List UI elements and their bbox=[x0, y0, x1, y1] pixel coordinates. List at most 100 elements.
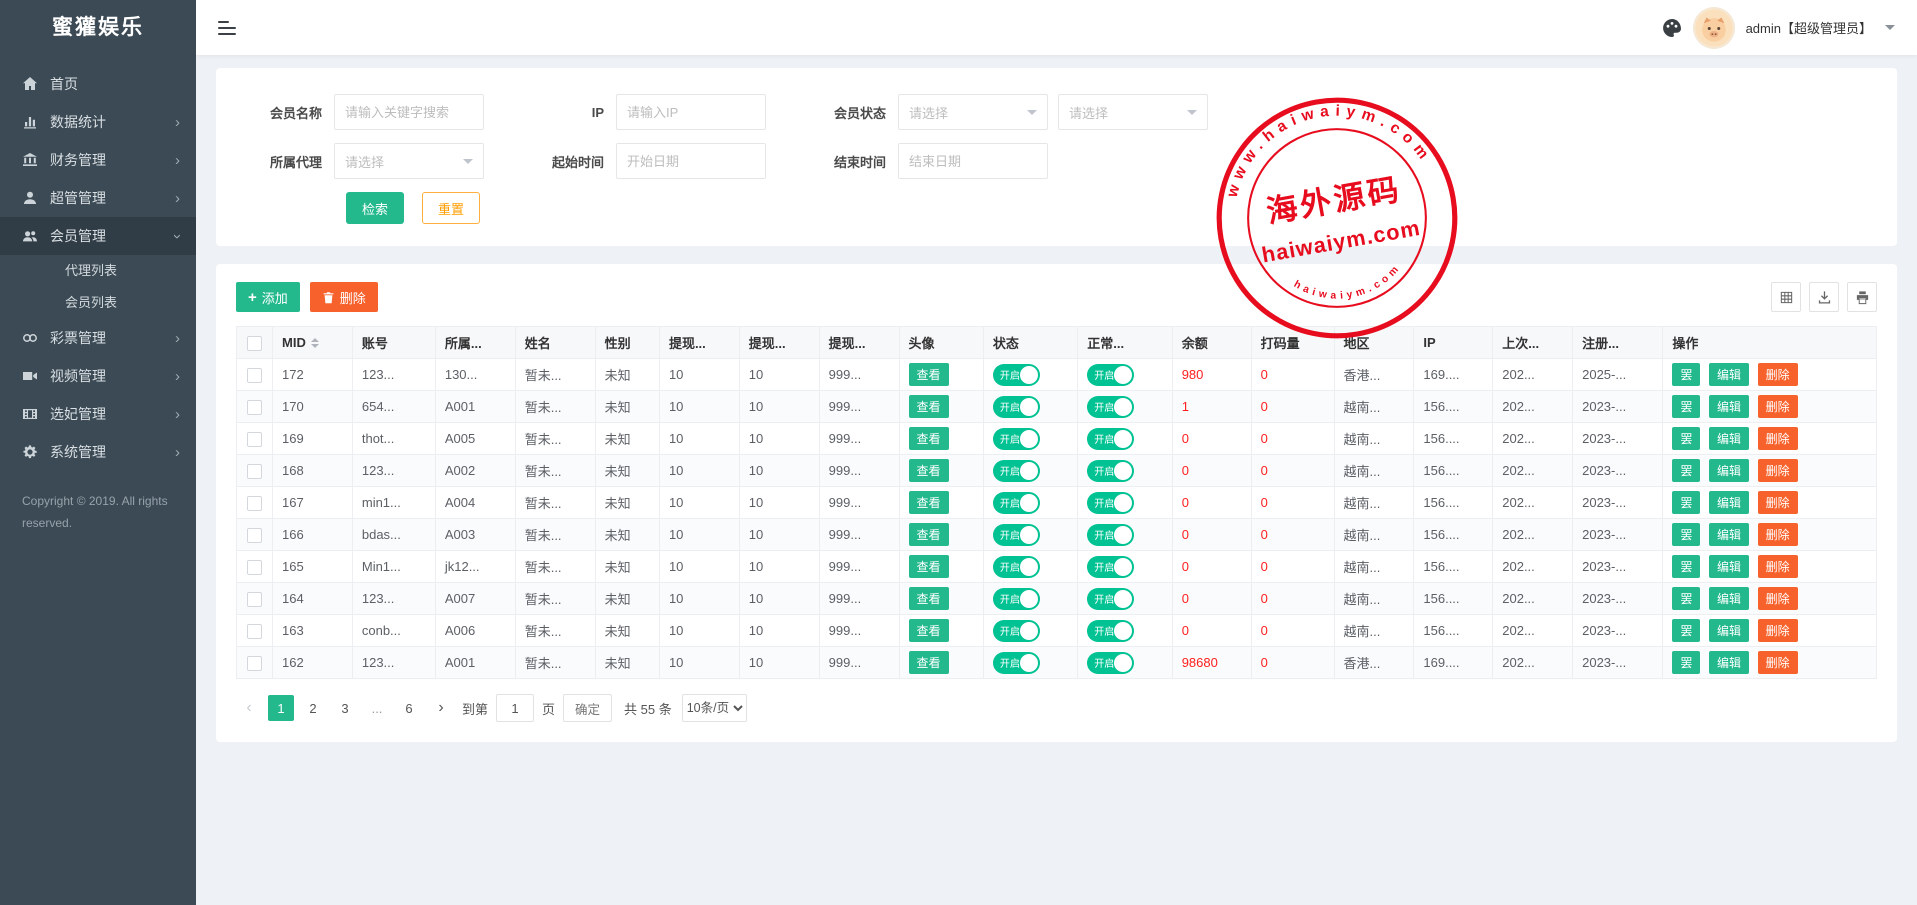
row-checkbox[interactable] bbox=[247, 432, 262, 447]
view-avatar-button[interactable]: 查看 bbox=[909, 651, 949, 674]
edit-button[interactable]: 编辑 bbox=[1709, 651, 1749, 674]
normal-toggle[interactable]: 开启 bbox=[1087, 588, 1134, 610]
sidebar-item-users[interactable]: 会员管理 › bbox=[0, 217, 196, 255]
delete-row-button[interactable]: 删除 bbox=[1758, 523, 1798, 546]
view-avatar-button[interactable]: 查看 bbox=[909, 491, 949, 514]
kick-button[interactable]: 罢 bbox=[1672, 395, 1700, 418]
status-toggle[interactable]: 开启 bbox=[993, 588, 1040, 610]
status-toggle[interactable]: 开启 bbox=[993, 556, 1040, 578]
sidebar-item-gear[interactable]: 系统管理 › bbox=[0, 433, 196, 471]
delete-row-button[interactable]: 删除 bbox=[1758, 491, 1798, 514]
view-avatar-button[interactable]: 查看 bbox=[909, 427, 949, 450]
sidebar-item-home[interactable]: 首页 › bbox=[0, 65, 196, 103]
goto-page-input[interactable] bbox=[496, 694, 534, 722]
row-checkbox[interactable] bbox=[247, 528, 262, 543]
edit-button[interactable]: 编辑 bbox=[1709, 491, 1749, 514]
user-name[interactable]: admin【超级管理员】 bbox=[1746, 18, 1872, 37]
row-checkbox[interactable] bbox=[247, 464, 262, 479]
select-all-checkbox[interactable] bbox=[247, 336, 262, 351]
member-status-select[interactable]: 请选择 bbox=[898, 94, 1048, 130]
row-checkbox[interactable] bbox=[247, 496, 262, 511]
delete-row-button[interactable]: 删除 bbox=[1758, 395, 1798, 418]
edit-button[interactable]: 编辑 bbox=[1709, 555, 1749, 578]
agent-select[interactable]: 请选择 bbox=[334, 143, 484, 179]
sidebar-item-lottery[interactable]: 彩票管理 › bbox=[0, 319, 196, 357]
add-button[interactable]: + 添加 bbox=[236, 282, 300, 312]
search-button[interactable]: 检索 bbox=[346, 192, 404, 224]
kick-button[interactable]: 罢 bbox=[1672, 363, 1700, 386]
row-checkbox[interactable] bbox=[247, 592, 262, 607]
status-toggle[interactable]: 开启 bbox=[993, 524, 1040, 546]
normal-toggle[interactable]: 开启 bbox=[1087, 492, 1134, 514]
page-button[interactable]: 3 bbox=[332, 695, 358, 721]
delete-row-button[interactable]: 删除 bbox=[1758, 363, 1798, 386]
view-avatar-button[interactable]: 查看 bbox=[909, 459, 949, 482]
status-toggle[interactable]: 开启 bbox=[993, 364, 1040, 386]
normal-toggle[interactable]: 开启 bbox=[1087, 652, 1134, 674]
kick-button[interactable]: 罢 bbox=[1672, 555, 1700, 578]
kick-button[interactable]: 罢 bbox=[1672, 459, 1700, 482]
delete-row-button[interactable]: 删除 bbox=[1758, 555, 1798, 578]
status-toggle[interactable]: 开启 bbox=[993, 620, 1040, 642]
grid-view-icon[interactable] bbox=[1771, 282, 1801, 312]
row-checkbox[interactable] bbox=[247, 368, 262, 383]
sidebar-subitem[interactable]: 代理列表 bbox=[0, 255, 196, 287]
view-avatar-button[interactable]: 查看 bbox=[909, 555, 949, 578]
view-avatar-button[interactable]: 查看 bbox=[909, 363, 949, 386]
normal-toggle[interactable]: 开启 bbox=[1087, 428, 1134, 450]
theme-palette-icon[interactable] bbox=[1662, 18, 1682, 38]
view-avatar-button[interactable]: 查看 bbox=[909, 395, 949, 418]
normal-toggle[interactable]: 开启 bbox=[1087, 620, 1134, 642]
view-avatar-button[interactable]: 查看 bbox=[909, 523, 949, 546]
sidebar-item-film[interactable]: 选妃管理 › bbox=[0, 395, 196, 433]
normal-toggle[interactable]: 开启 bbox=[1087, 556, 1134, 578]
sidebar-item-chart[interactable]: 数据统计 › bbox=[0, 103, 196, 141]
row-checkbox[interactable] bbox=[247, 560, 262, 575]
confirm-button[interactable]: 确定 bbox=[563, 694, 612, 722]
status-toggle[interactable]: 开启 bbox=[993, 652, 1040, 674]
page-button[interactable]: 1 bbox=[268, 695, 294, 721]
edit-button[interactable]: 编辑 bbox=[1709, 523, 1749, 546]
page-size-select[interactable]: 10条/页 bbox=[682, 694, 747, 722]
page-button[interactable]: 2 bbox=[300, 695, 326, 721]
kick-button[interactable]: 罢 bbox=[1672, 651, 1700, 674]
member-name-input[interactable] bbox=[334, 94, 484, 130]
print-icon[interactable] bbox=[1847, 282, 1877, 312]
status-toggle[interactable]: 开启 bbox=[993, 492, 1040, 514]
edit-button[interactable]: 编辑 bbox=[1709, 363, 1749, 386]
edit-button[interactable]: 编辑 bbox=[1709, 587, 1749, 610]
member-status-select-2[interactable]: 请选择 bbox=[1058, 94, 1208, 130]
prev-page-button[interactable]: ‹ bbox=[236, 695, 262, 721]
column-header[interactable]: MID bbox=[273, 327, 353, 359]
kick-button[interactable]: 罢 bbox=[1672, 523, 1700, 546]
delete-row-button[interactable]: 删除 bbox=[1758, 651, 1798, 674]
status-toggle[interactable]: 开启 bbox=[993, 396, 1040, 418]
menu-toggle-icon[interactable] bbox=[218, 20, 238, 36]
edit-button[interactable]: 编辑 bbox=[1709, 619, 1749, 642]
ip-input[interactable] bbox=[616, 94, 766, 130]
kick-button[interactable]: 罢 bbox=[1672, 427, 1700, 450]
edit-button[interactable]: 编辑 bbox=[1709, 395, 1749, 418]
normal-toggle[interactable]: 开启 bbox=[1087, 460, 1134, 482]
view-avatar-button[interactable]: 查看 bbox=[909, 587, 949, 610]
delete-row-button[interactable]: 删除 bbox=[1758, 459, 1798, 482]
delete-row-button[interactable]: 删除 bbox=[1758, 619, 1798, 642]
delete-row-button[interactable]: 删除 bbox=[1758, 427, 1798, 450]
start-date-input[interactable] bbox=[616, 143, 766, 179]
sidebar-subitem[interactable]: 会员列表 bbox=[0, 287, 196, 319]
normal-toggle[interactable]: 开启 bbox=[1087, 524, 1134, 546]
avatar[interactable] bbox=[1695, 9, 1733, 47]
row-checkbox[interactable] bbox=[247, 656, 262, 671]
kick-button[interactable]: 罢 bbox=[1672, 491, 1700, 514]
edit-button[interactable]: 编辑 bbox=[1709, 427, 1749, 450]
row-checkbox[interactable] bbox=[247, 624, 262, 639]
next-page-button[interactable]: › bbox=[428, 695, 454, 721]
normal-toggle[interactable]: 开启 bbox=[1087, 364, 1134, 386]
kick-button[interactable]: 罢 bbox=[1672, 587, 1700, 610]
export-icon[interactable] bbox=[1809, 282, 1839, 312]
sidebar-item-user[interactable]: 超管管理 › bbox=[0, 179, 196, 217]
delete-row-button[interactable]: 删除 bbox=[1758, 587, 1798, 610]
view-avatar-button[interactable]: 查看 bbox=[909, 619, 949, 642]
sidebar-item-bank[interactable]: 财务管理 › bbox=[0, 141, 196, 179]
delete-button[interactable]: 删除 bbox=[310, 282, 378, 312]
